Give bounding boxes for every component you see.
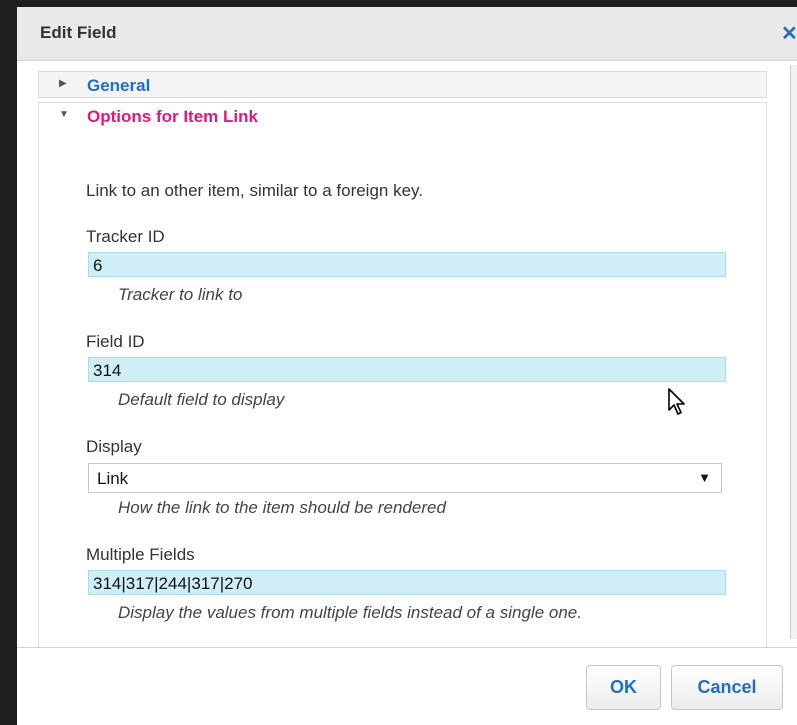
dialog-content: ▶ General ▼ Options for Item Link Link t…: [17, 61, 797, 649]
dropdown-arrow-icon: ▼: [698, 470, 711, 485]
options-description: Link to an other item, similar to a fore…: [86, 181, 424, 200]
content-scrollbar[interactable]: [790, 65, 797, 639]
field-id-help: Default field to display: [118, 390, 285, 409]
field-id-label: Field ID: [86, 332, 145, 351]
accordion-options-label: Options for Item Link: [87, 107, 258, 126]
cancel-button[interactable]: Cancel: [671, 665, 783, 710]
tracker-id-input[interactable]: 6: [88, 252, 726, 277]
close-icon[interactable]: ✕: [781, 21, 797, 46]
display-help: How the link to the item should be rende…: [118, 498, 446, 517]
tracker-id-help: Tracker to link to: [118, 285, 243, 304]
multiple-fields-help: Display the values from multiple fields …: [118, 603, 582, 622]
multiple-fields-input[interactable]: 314|317|244|317|270: [88, 570, 726, 595]
dialog-title: Edit Field: [40, 23, 117, 42]
ok-button[interactable]: OK: [586, 665, 661, 710]
tracker-id-label: Tracker ID: [86, 227, 165, 246]
display-select[interactable]: Link ▼: [88, 463, 722, 493]
dialog-titlebar[interactable]: Edit Field ✕: [17, 7, 797, 61]
accordion-general-label: General: [87, 76, 151, 95]
accordion-options-header[interactable]: ▼ Options for Item Link: [38, 102, 767, 129]
dialog-footer: OK Cancel: [17, 647, 797, 725]
mouse-pointer-icon: [668, 388, 685, 415]
edit-field-dialog: Edit Field ✕ ▶ General ▼ Options for Ite…: [17, 7, 797, 725]
caret-down-icon: ▼: [59, 109, 69, 120]
multiple-fields-label: Multiple Fields: [86, 545, 195, 564]
field-id-input[interactable]: 314: [88, 357, 726, 382]
accordion-general-header[interactable]: ▶ General: [38, 71, 767, 98]
display-label: Display: [86, 437, 142, 456]
display-select-value: Link: [97, 469, 129, 488]
caret-right-icon: ▶: [59, 78, 67, 89]
